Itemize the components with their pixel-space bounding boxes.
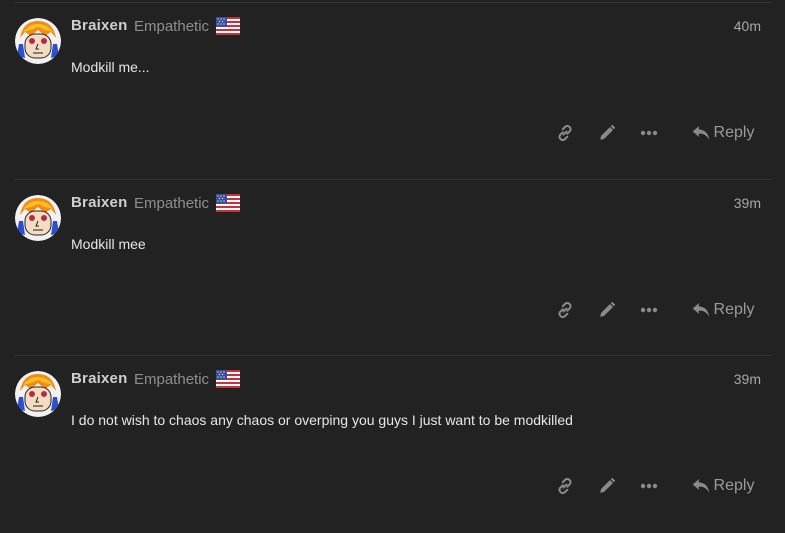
post-time[interactable]: 39m [734, 195, 761, 211]
avatar[interactable] [15, 371, 61, 417]
reply-button[interactable]: Reply [684, 297, 762, 323]
more-actions-button[interactable] [636, 120, 662, 146]
edit-button[interactable] [594, 120, 620, 146]
reply-arrow-icon [692, 478, 710, 494]
user-title: Empathetic [134, 371, 210, 388]
avatar[interactable] [15, 18, 61, 64]
ellipsis-icon [640, 130, 658, 136]
username[interactable]: Braixen [71, 17, 127, 34]
post: Braixen Empathetic 40m Modkill me... Rep… [15, 2, 772, 179]
post-time[interactable]: 40m [734, 18, 761, 34]
reply-label: Reply [713, 301, 755, 318]
reply-button[interactable]: Reply [684, 120, 762, 146]
pencil-icon [598, 301, 616, 319]
link-icon [556, 477, 574, 495]
share-link-button[interactable] [552, 120, 578, 146]
more-actions-button[interactable] [636, 473, 662, 499]
reply-label: Reply [713, 477, 755, 494]
link-icon [556, 301, 574, 319]
post: Braixen Empathetic 39m I do not wish to … [15, 355, 772, 532]
ellipsis-icon [640, 483, 658, 489]
link-icon [556, 124, 574, 142]
pencil-icon [598, 124, 616, 142]
us-flag-icon [216, 194, 240, 212]
us-flag-icon [216, 370, 240, 388]
username[interactable]: Braixen [71, 370, 127, 387]
post-time[interactable]: 39m [734, 371, 761, 387]
username[interactable]: Braixen [71, 194, 127, 211]
share-link-button[interactable] [552, 473, 578, 499]
post-actions: Reply [552, 120, 762, 146]
more-actions-button[interactable] [636, 297, 662, 323]
edit-button[interactable] [594, 473, 620, 499]
avatar[interactable] [15, 195, 61, 241]
post-actions: Reply [552, 473, 762, 499]
post: Braixen Empathetic 39m Modkill mee Reply [15, 179, 772, 356]
us-flag-icon [216, 17, 240, 35]
user-title: Empathetic [134, 18, 210, 35]
reply-label: Reply [713, 124, 755, 141]
user-title: Empathetic [134, 195, 210, 212]
edit-button[interactable] [594, 297, 620, 323]
post-actions: Reply [552, 297, 762, 323]
pencil-icon [598, 477, 616, 495]
reply-arrow-icon [692, 125, 710, 141]
post-content: Modkill mee [71, 236, 146, 252]
post-content: I do not wish to chaos any chaos or over… [71, 412, 573, 428]
ellipsis-icon [640, 307, 658, 313]
post-content: Modkill me... [71, 59, 150, 75]
share-link-button[interactable] [552, 297, 578, 323]
reply-button[interactable]: Reply [684, 473, 762, 499]
reply-arrow-icon [692, 302, 710, 318]
